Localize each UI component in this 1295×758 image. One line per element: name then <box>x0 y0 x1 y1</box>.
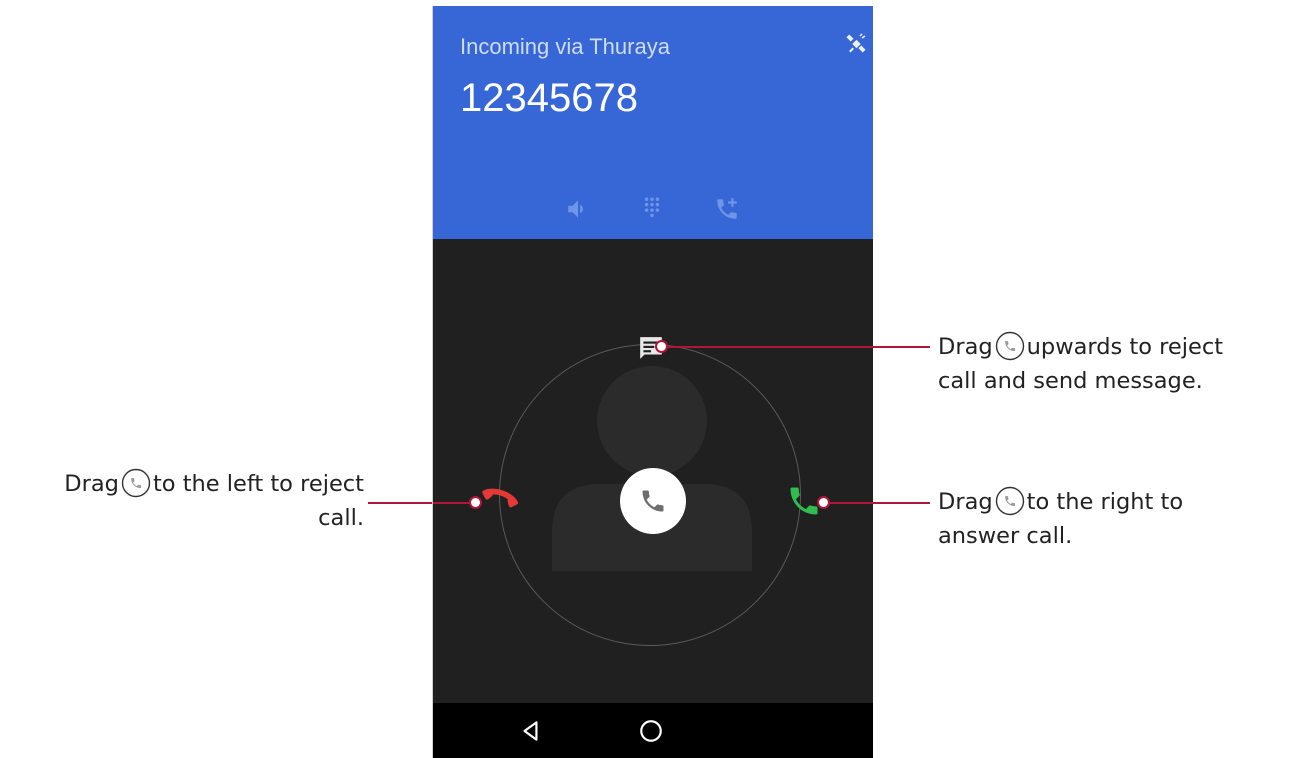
answer-callout-rest: to the right to <box>1026 489 1184 515</box>
answer-callout-text: Drag to the right to answer call. <box>938 485 1278 553</box>
phone-icon <box>121 468 151 498</box>
dialpad-icon[interactable] <box>639 196 665 222</box>
phone-screen: Incoming via Thuraya 12345678 <box>432 6 873 758</box>
phone-icon <box>995 486 1024 516</box>
hang-up-icon[interactable] <box>480 484 520 514</box>
reject-callout-line2: call. <box>318 505 364 531</box>
add-call-icon[interactable] <box>714 196 740 222</box>
message-callout-rest: upwards to reject <box>1026 334 1224 360</box>
message-callout-dot <box>655 340 668 353</box>
answer-callout-line2: answer call. <box>938 523 1073 549</box>
caller-number: 12345678 <box>460 76 638 120</box>
phone-icon <box>995 331 1024 361</box>
navigation-bar <box>432 703 873 758</box>
speaker-icon[interactable] <box>565 196 591 222</box>
reject-callout-prefix: Drag <box>64 471 119 497</box>
call-header: Incoming via Thuraya 12345678 <box>432 6 873 239</box>
message-callout-prefix: Drag <box>938 334 993 360</box>
answer-callout-dot <box>817 496 830 509</box>
back-icon[interactable] <box>518 718 544 744</box>
message-callout-line <box>665 346 930 348</box>
message-callout-text: Drag upwards to reject call and send mess… <box>938 330 1288 398</box>
answer-drag-handle[interactable] <box>620 468 686 534</box>
message-callout-line2: call and send message. <box>938 368 1203 394</box>
incoming-label: Incoming via Thuraya <box>460 34 670 59</box>
reject-callout-dot <box>469 496 482 509</box>
phone-icon <box>642 490 664 512</box>
reject-callout-text: Drag to the left to reject call. <box>4 467 364 535</box>
reject-callout-rest: to the left to reject <box>152 471 364 497</box>
answer-callout-line <box>828 502 930 504</box>
reject-callout-line <box>368 502 478 504</box>
satellite-icon <box>846 33 866 53</box>
home-icon[interactable] <box>638 718 664 744</box>
answer-callout-prefix: Drag <box>938 489 993 515</box>
